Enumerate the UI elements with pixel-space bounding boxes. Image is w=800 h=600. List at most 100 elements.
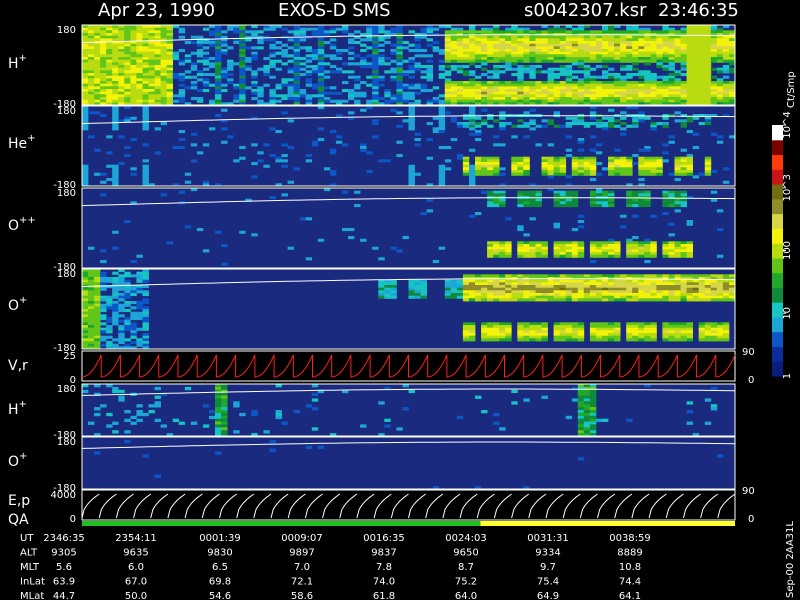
heatmap-cell — [462, 49, 470, 53]
heatmap-cell — [638, 293, 645, 297]
heatmap-cell — [444, 285, 452, 289]
colorbar-unit: Ct/Smp — [786, 71, 797, 108]
heatmap-cell — [577, 282, 585, 286]
heatmap-cell — [493, 421, 500, 425]
heatmap-cell — [722, 282, 730, 286]
heatmap-cell — [481, 170, 488, 174]
heatmap-cell — [462, 70, 470, 74]
heatmap-cell — [626, 293, 633, 297]
heatmap-cell — [118, 49, 125, 53]
heatmap-cell — [420, 295, 427, 299]
heatmap-cell — [602, 73, 609, 77]
heatmap-cell — [82, 277, 89, 281]
heatmap-cell — [317, 30, 325, 34]
heatmap-cell — [396, 41, 403, 45]
heatmap-cell — [366, 30, 373, 34]
heatmap-cell — [221, 70, 228, 74]
heatmap-cell — [287, 89, 294, 93]
heatmap-cell — [396, 94, 403, 98]
heatmap-cell — [722, 41, 730, 45]
heatmap-cell — [559, 170, 567, 174]
heatmap-cell — [541, 322, 548, 326]
heatmap-cell — [456, 295, 464, 299]
heatmap-cell — [511, 81, 518, 85]
heatmap-cell — [547, 290, 554, 294]
heatmap-cell — [589, 167, 597, 171]
heatmap-cell — [511, 135, 518, 139]
heatmap-cell — [372, 86, 379, 90]
heatmap-cell — [493, 172, 500, 176]
heatmap-cell — [626, 254, 633, 258]
heatmap-cell — [517, 298, 524, 302]
heatmap-cell — [100, 73, 107, 77]
heatmap-cell — [112, 306, 119, 310]
heatmap-cell — [450, 54, 458, 58]
heatmap-cell — [329, 130, 337, 134]
heatmap-cell — [317, 86, 325, 90]
heatmap-cell — [287, 94, 294, 98]
heatmap-cell — [608, 274, 615, 278]
heatmap-cell — [650, 167, 657, 171]
heatmap-cell — [632, 274, 639, 278]
heatmap-cell — [469, 148, 476, 152]
heatmap-cell — [523, 167, 530, 171]
heatmap-cell — [402, 46, 409, 50]
heatmap-cell — [595, 49, 603, 53]
heatmap-cell — [160, 62, 167, 66]
heatmap-cell — [438, 167, 446, 171]
heatmap-cell — [112, 175, 119, 179]
heatmap-cell — [118, 319, 125, 323]
heatmap-cell — [130, 78, 137, 82]
heatmap-cell — [644, 167, 651, 171]
heatmap-cell — [112, 314, 119, 318]
heatmap-cell — [239, 41, 246, 45]
heatmap-cell — [529, 59, 536, 63]
heatmap-cell — [323, 30, 331, 34]
heatmap-cell — [239, 94, 246, 98]
heatmap-cell — [632, 193, 639, 197]
heatmap-cell — [281, 193, 288, 197]
heatmap-cell — [632, 241, 639, 245]
heatmap-cell — [529, 293, 536, 297]
heatmap-cell — [589, 412, 597, 417]
heatmap-cell — [323, 99, 331, 103]
heatmap-cell — [275, 130, 282, 134]
heatmap-cell — [517, 201, 524, 205]
heatmap-cell — [535, 249, 542, 253]
heatmap-cell — [541, 41, 548, 45]
heatmap-cell — [674, 78, 681, 82]
heatmap-cell — [595, 81, 603, 85]
heatmap-cell — [408, 293, 415, 297]
heatmap-cell — [729, 81, 736, 85]
heatmap-cell — [487, 59, 494, 63]
heatmap-cell — [378, 282, 385, 286]
heatmap-cell — [160, 81, 167, 85]
panel-label-superscript: + — [19, 399, 27, 410]
heatmap-cell — [638, 252, 645, 256]
heatmap-cell — [668, 193, 675, 197]
heatmap-cell — [172, 75, 180, 79]
heatmap-cell — [209, 41, 216, 45]
heatmap-cell — [698, 46, 706, 50]
heatmap-cell — [577, 122, 585, 126]
heatmap-cell — [505, 285, 512, 289]
heatmap-cell — [469, 290, 476, 294]
heatmap-cell — [523, 172, 530, 176]
heatmap-cell — [656, 46, 663, 50]
heatmap-cell — [638, 338, 645, 342]
heatmap-cell — [692, 293, 700, 297]
heatmap-cell — [577, 404, 585, 408]
heatmap-cell — [523, 94, 530, 98]
heatmap-cell — [614, 54, 621, 58]
heatmap-cell — [414, 138, 421, 142]
heatmap-cell — [608, 201, 615, 205]
heatmap-cell — [668, 290, 675, 294]
heatmap-cell — [209, 30, 216, 34]
heatmap-cell — [595, 201, 603, 205]
heatmap-cell — [317, 38, 325, 42]
heatmap-cell — [281, 154, 288, 158]
heatmap-cell — [348, 51, 355, 55]
heatmap-cell — [523, 338, 530, 342]
heatmap-cell — [263, 430, 270, 434]
heatmap-cell — [595, 57, 603, 61]
